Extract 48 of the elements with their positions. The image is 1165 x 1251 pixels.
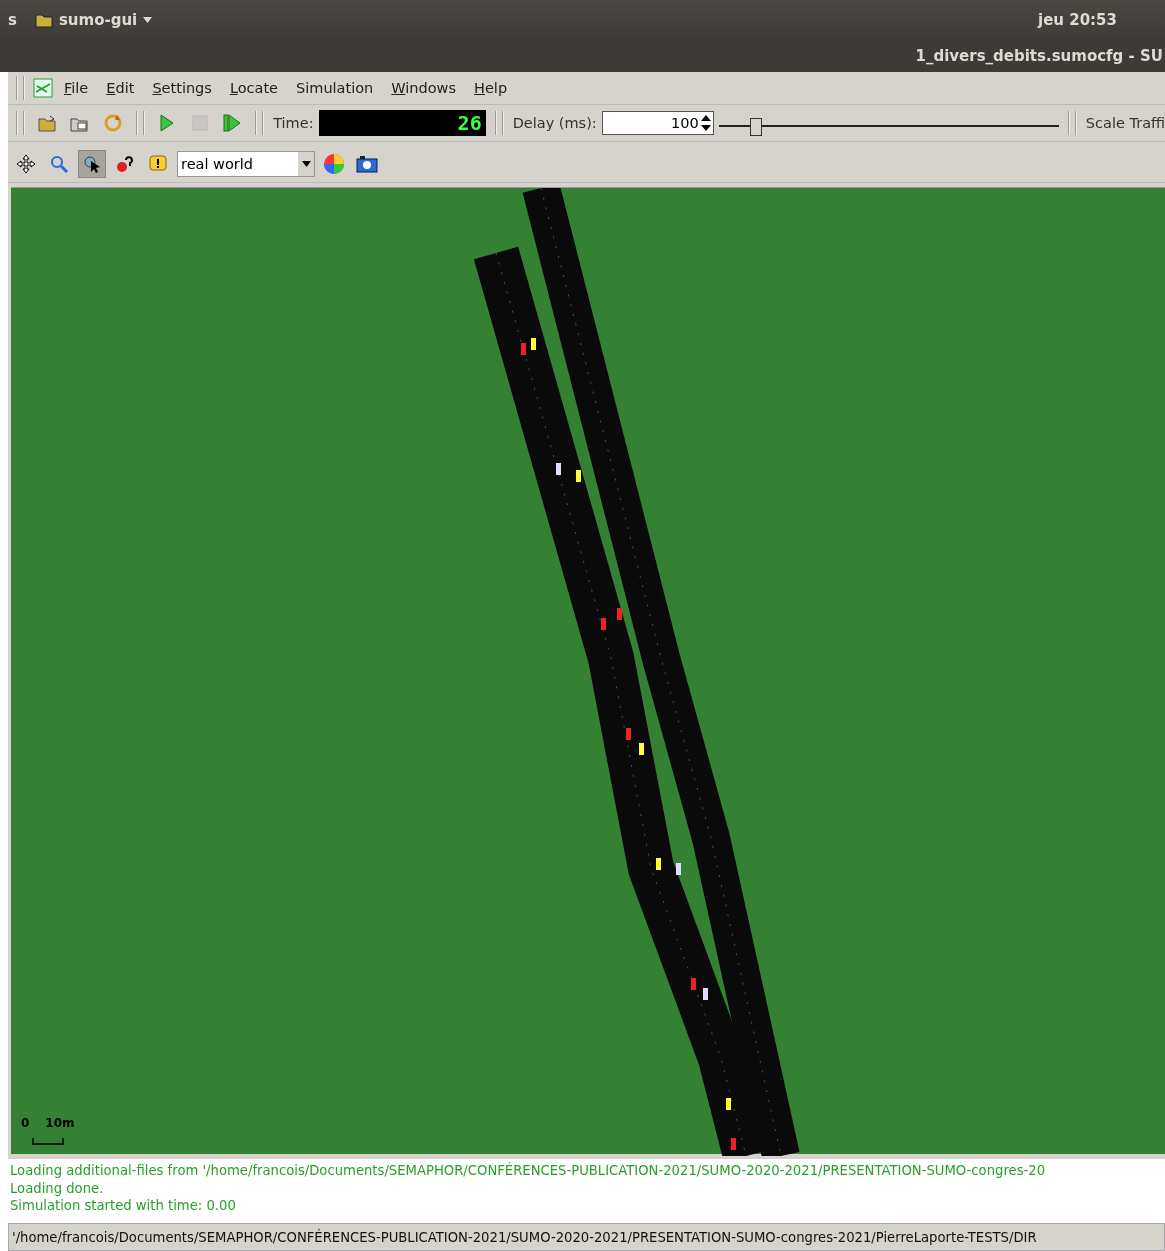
- toolbar-grip[interactable]: [16, 76, 25, 100]
- cursor-icon: [82, 154, 102, 174]
- reload-icon: [102, 113, 123, 133]
- clock[interactable]: jeu 20:53: [1038, 11, 1117, 29]
- caret-icon: [301, 161, 311, 167]
- toolbar-grip[interactable]: [255, 111, 265, 135]
- toolbar-grip[interactable]: [494, 111, 504, 135]
- stop-icon: [190, 114, 209, 132]
- caret-icon: [143, 17, 153, 23]
- log-message: Simulation started with time: 0.00: [10, 1197, 237, 1215]
- scale-zero-label: 0: [21, 1116, 30, 1130]
- toolbar-grip[interactable]: [135, 111, 145, 135]
- time-display: 26: [318, 110, 486, 136]
- toolbar-grip[interactable]: [16, 111, 25, 135]
- slider-thumb[interactable]: [750, 118, 763, 136]
- menu-item[interactable]: Help: [467, 78, 515, 98]
- toolbar-grip[interactable]: [1067, 111, 1077, 135]
- delay-label: Delay (ms):: [512, 115, 597, 131]
- menu-item[interactable]: Simulation: [289, 78, 381, 98]
- open-folder-icon: [37, 114, 58, 132]
- menu-item[interactable]: Windows: [384, 78, 464, 98]
- move-icon: [16, 154, 36, 174]
- app-icon: [33, 78, 53, 98]
- color-wheel-icon: [323, 153, 345, 175]
- warning-icon: [148, 154, 168, 174]
- scale-traffic-label: Scale Traffi: [1085, 115, 1165, 131]
- scheme-dropdown[interactable]: real world: [177, 151, 315, 177]
- camera-icon: [356, 155, 378, 173]
- scale-distance-label: 10m: [45, 1116, 75, 1130]
- question-icon: [115, 154, 135, 174]
- menu-item[interactable]: Settings: [145, 78, 219, 98]
- menu-item[interactable]: Locate: [222, 78, 286, 98]
- activities-label[interactable]: s: [8, 11, 17, 29]
- select-button[interactable]: [78, 150, 106, 178]
- time-label: Time:: [273, 115, 314, 131]
- log-message: Loading additional-files from '/home/francois/Documents/SEMAPHOR/CONFÉRENCES-PUBLICATION-2021/SUMO-2020-2021/PRESENTATION-SUMO-congres-20: [10, 1162, 1047, 1180]
- status-bar: '/home/francois/Documents/SEMAPHOR/CONFÉRENCES-PUBLICATION-2021/SUMO-2020-2021/PRESENTATION-SUMO-congres-2021/PierreLaporte-TESTS/DIR: [8, 1223, 1165, 1251]
- step-icon: [222, 113, 243, 133]
- spin-arrows-icon[interactable]: [698, 113, 713, 133]
- delay-spinbox[interactable]: 100: [601, 111, 714, 135]
- window-title: 1_divers_debits.sumocfg - SU: [915, 47, 1163, 65]
- folder-icon: [34, 12, 53, 28]
- scale-bar: [32, 1137, 64, 1145]
- menu-item[interactable]: File: [57, 78, 96, 98]
- app-menu[interactable]: sumo-gui: [58, 11, 138, 29]
- log-message: Loading done.: [10, 1179, 105, 1197]
- menu-item[interactable]: Edit: [99, 78, 142, 98]
- search-icon: [49, 154, 69, 174]
